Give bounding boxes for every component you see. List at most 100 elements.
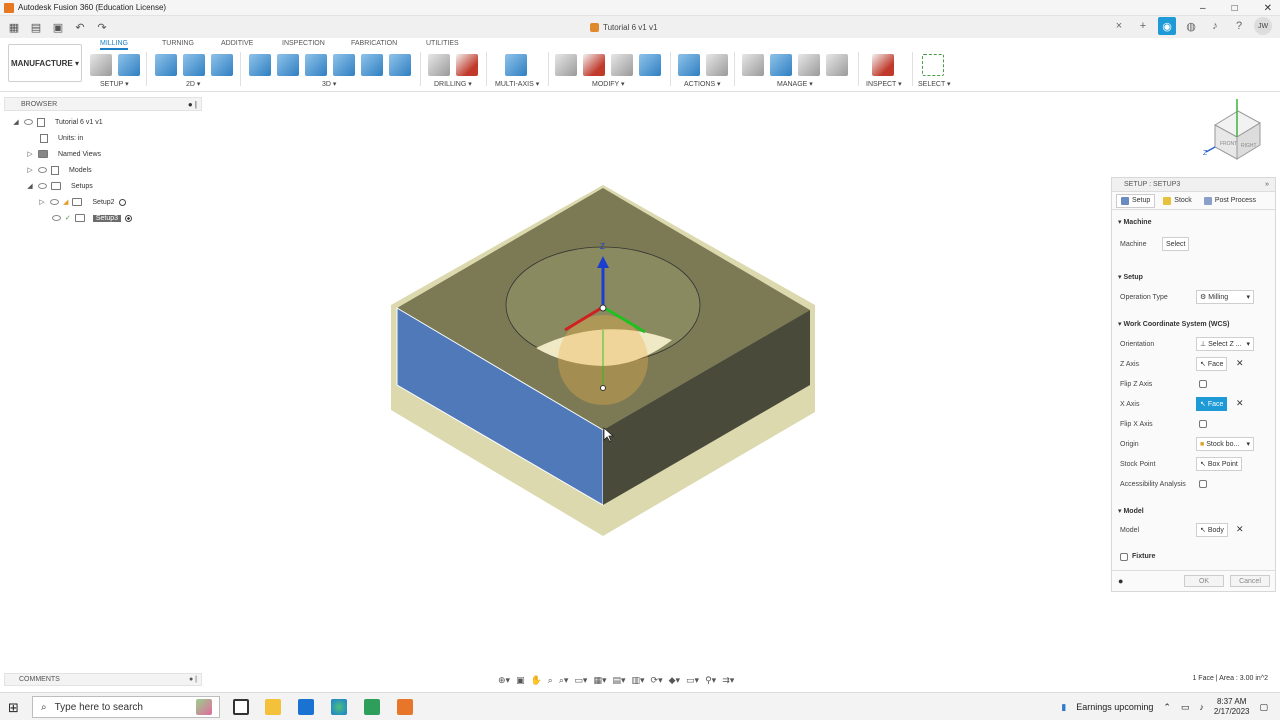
visual-style-icon[interactable]: ◆▾ — [669, 675, 680, 686]
tab-post-process[interactable]: Post Process — [1200, 195, 1260, 207]
expand-icon[interactable]: ▷ — [38, 198, 46, 206]
close-tab-button[interactable]: × — [1110, 17, 1128, 35]
tree-setups[interactable]: ◢ Setups — [26, 179, 93, 193]
origin-dropdown[interactable]: ■ Stock bo... ▾ — [1196, 437, 1254, 451]
save-icon[interactable]: ▣ — [50, 19, 66, 35]
taskbar-search[interactable]: ⌕ Type here to search — [32, 696, 220, 718]
expand-dialog-icon[interactable]: » — [1265, 181, 1269, 188]
pocket-3d-icon[interactable] — [277, 54, 299, 76]
tool-library-icon[interactable] — [742, 54, 764, 76]
orientation-dropdown[interactable]: ⊥ Select Z ... ▾ — [1196, 337, 1254, 351]
fixture-icon[interactable] — [611, 54, 633, 76]
parallel-3d-icon[interactable] — [305, 54, 327, 76]
look-at-icon[interactable]: ▣ — [516, 675, 525, 686]
multi-axis-icon[interactable] — [505, 54, 527, 76]
taskbar-clock[interactable]: 8:37 AM 2/17/2023 — [1214, 697, 1250, 717]
cut-icon[interactable] — [555, 54, 577, 76]
tab-stock[interactable]: Stock — [1159, 195, 1196, 207]
redo-icon[interactable]: ↷ — [94, 19, 110, 35]
steep-shallow-icon[interactable] — [389, 54, 411, 76]
comments-add-icon[interactable]: ● | — [189, 676, 197, 683]
scallop-3d-icon[interactable] — [361, 54, 383, 76]
object-visibility-icon[interactable]: ⇉▾ — [722, 675, 734, 686]
visibility-eye-icon[interactable] — [38, 167, 47, 173]
new-folder-icon[interactable] — [90, 54, 112, 76]
pinned-app-icon[interactable] — [196, 699, 212, 715]
new-tab-button[interactable]: + — [1134, 17, 1152, 35]
visibility-eye-icon[interactable] — [24, 119, 33, 125]
setup-group[interactable]: SETUP ▾ — [100, 80, 129, 88]
select-group[interactable]: SELECT ▾ — [918, 80, 951, 88]
volume-icon[interactable]: ♪ — [1199, 702, 1204, 712]
delete-toolpath-icon[interactable] — [583, 54, 605, 76]
file-menu-icon[interactable]: ▤ — [28, 19, 44, 35]
tree-named-views[interactable]: ▷ Named Views — [26, 147, 101, 161]
tree-setup2[interactable]: ▷ ◢ Setup2 — [38, 195, 126, 209]
fusion-taskbar-icon[interactable] — [397, 699, 413, 715]
spotify-icon[interactable] — [364, 699, 380, 715]
fit-icon[interactable]: ⌕▾ — [559, 675, 569, 686]
operation-type-dropdown[interactable]: ⚙ Milling ▾ — [1196, 290, 1254, 304]
post-library-icon[interactable] — [826, 54, 848, 76]
collapse-icon[interactable]: ◢ — [12, 118, 20, 126]
3d-group[interactable]: 3D ▾ — [322, 80, 336, 88]
contour-3d-icon[interactable] — [333, 54, 355, 76]
tab-utilities[interactable]: UTILITIES — [426, 40, 459, 47]
notifications-icon[interactable]: ♪ — [1206, 17, 1224, 35]
dialog-header[interactable]: SETUP : SETUP3 » — [1112, 178, 1275, 192]
active-radio-icon[interactable] — [125, 214, 133, 222]
accessibility-checkbox[interactable] — [1199, 480, 1207, 488]
weather-widget[interactable]: Earnings upcoming — [1076, 702, 1153, 712]
z-axis-select[interactable]: ↖ Face — [1196, 357, 1228, 371]
inspect-group[interactable]: INSPECT ▾ — [866, 80, 902, 88]
camera-icon[interactable]: ▥▾ — [632, 675, 645, 686]
manage-group[interactable]: MANAGE ▾ — [777, 80, 813, 88]
tab-additive[interactable]: ADDITIVE — [221, 40, 253, 47]
modify-group[interactable]: MODIFY ▾ — [592, 80, 625, 88]
template-library-icon[interactable] — [798, 54, 820, 76]
browser-collapse-icon[interactable]: ● | — [188, 100, 197, 109]
job-status-icon[interactable]: ◍ — [1182, 17, 1200, 35]
view-cube[interactable]: Z RIGHT FRONT — [1200, 97, 1270, 167]
tab-milling[interactable]: MILLING — [100, 40, 129, 50]
tree-root[interactable]: ◢ Tutorial 6 v1 v1 — [12, 115, 103, 129]
section-fixture[interactable]: Fixture — [1132, 553, 1155, 560]
clear-x-axis-icon[interactable]: ✕ — [1236, 398, 1244, 409]
visibility-eye-icon[interactable] — [38, 183, 47, 189]
grid-settings-icon[interactable]: ▦▾ — [593, 675, 606, 686]
fixture-checkbox[interactable] — [1120, 553, 1128, 561]
clear-z-axis-icon[interactable]: ✕ — [1236, 358, 1244, 369]
adaptive-2d-icon[interactable] — [183, 54, 205, 76]
stock-point-select[interactable]: ↖ Box Point — [1196, 457, 1242, 471]
user-avatar[interactable]: JW — [1254, 17, 1272, 35]
maximize-button[interactable]: □ — [1232, 3, 1238, 14]
flip-z-checkbox[interactable] — [1199, 380, 1207, 388]
grid-menu-icon[interactable]: ▦ — [6, 19, 22, 35]
section-wcs[interactable]: ▾ Work Coordinate System (WCS) — [1118, 320, 1230, 328]
display-settings-icon[interactable]: ▭▾ — [574, 675, 587, 686]
viewports-icon[interactable]: ▤▾ — [612, 675, 625, 686]
tree-setup3[interactable]: ✓ Setup3 — [52, 211, 133, 225]
file-explorer-icon[interactable] — [265, 699, 281, 715]
model-select[interactable]: ↖ Body — [1196, 523, 1228, 537]
pan-icon[interactable]: ✋ — [531, 675, 542, 686]
tab-fabrication[interactable]: FABRICATION — [351, 40, 397, 47]
mail-icon[interactable] — [298, 699, 314, 715]
tab-inspection[interactable]: INSPECTION — [282, 40, 325, 47]
machine-select-button[interactable]: Select — [1162, 237, 1190, 251]
measure-icon[interactable] — [872, 54, 894, 76]
flip-x-checkbox[interactable] — [1199, 420, 1207, 428]
new-setup-icon[interactable] — [118, 54, 140, 76]
info-icon[interactable]: ● — [1118, 576, 1123, 586]
comments-panel[interactable]: COMMENTS ● | — [4, 673, 202, 686]
simulate-icon[interactable] — [678, 54, 700, 76]
notification-center-icon[interactable]: ▢ — [1259, 702, 1268, 713]
2d-group[interactable]: 2D ▾ — [186, 80, 200, 88]
actions-group[interactable]: ACTIONS ▾ — [684, 80, 721, 88]
help-button[interactable]: ? — [1230, 17, 1248, 35]
3d-viewport[interactable]: Z — [205, 93, 1105, 673]
network-icon[interactable]: ▭ — [1181, 702, 1190, 713]
edge-browser-icon[interactable] — [331, 699, 347, 715]
visibility-eye-icon[interactable] — [50, 199, 59, 205]
task-view-icon[interactable] — [233, 699, 249, 715]
